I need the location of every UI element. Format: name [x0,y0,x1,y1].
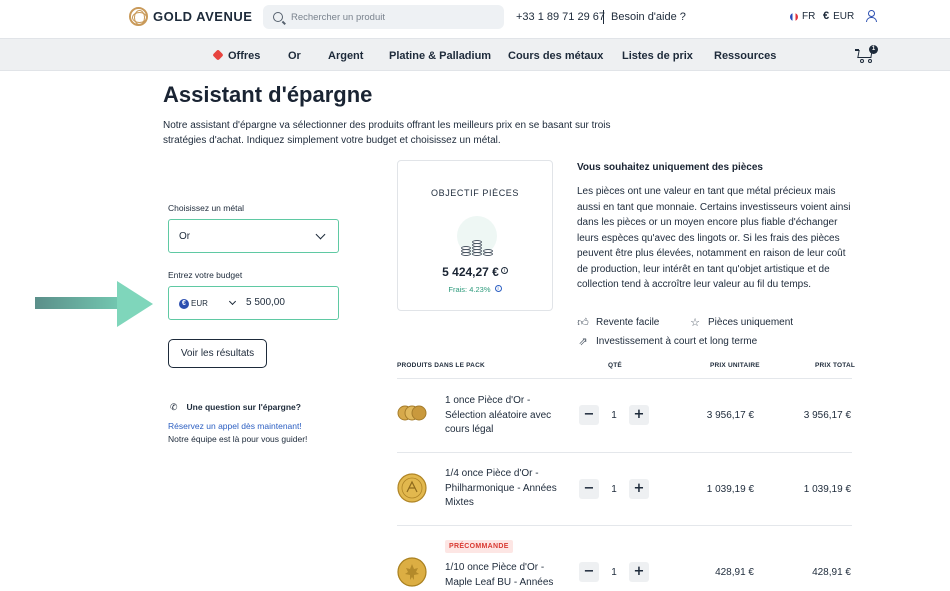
column-header-product: PRODUITS DANS LE PACK [397,362,485,369]
total-price: 1 039,19 € [803,484,851,495]
currency-selector[interactable]: € EUR [823,10,854,22]
objective-amount: 5 424,27 € i [398,265,552,279]
brand-name: GOLD AVENUE [153,9,253,24]
decrease-qty-button[interactable]: − [579,562,599,582]
decrease-qty-button[interactable]: − [579,479,599,499]
coins-icon [453,214,501,258]
search-bar[interactable] [263,5,504,29]
metal-select-value: Or [179,230,191,242]
metal-label: Choisissez un métal [168,203,245,213]
budget-field[interactable]: € EUR 5 500,00 [168,286,339,320]
budget-input[interactable]: 5 500,00 [246,297,285,308]
language-selector[interactable]: FR [790,11,815,22]
objective-fees: Frais: 4.23% i [398,285,552,294]
see-results-button[interactable]: Voir les résultats [168,339,267,368]
divider [397,452,852,453]
info-icon[interactable]: i [500,267,508,274]
main-nav: Offres Or Argent Platine & Palladium Cou… [0,38,950,71]
nav-item-cours[interactable]: Cours des métaux [508,50,603,62]
cart-count-badge: 1 [869,45,878,54]
total-price: 3 956,17 € [803,410,851,421]
chevron-down-icon [315,229,326,240]
feature-investment: ⇗ Investissement à court et long terme [578,336,758,348]
budget-label: Entrez votre budget [168,270,243,280]
divider [397,378,852,379]
currency-label: EUR [833,10,855,22]
euro-icon: € [823,10,830,22]
phone-icon: ✆ [170,402,178,412]
budget-currency-select[interactable]: EUR [191,299,208,308]
unit-price: 3 956,17 € [706,410,754,421]
top-bar: GOLD AVENUE +33 1 89 71 29 67 Besoin d'a… [0,0,950,38]
divider [603,10,604,24]
info-icon[interactable]: i [494,285,502,292]
page-title: Assistant d'épargne [163,82,373,107]
nav-item-platine[interactable]: Platine & Palladium [389,50,491,62]
product-image [397,557,427,587]
thumbs-up-icon: 👍︎ [577,317,589,329]
qty-value: 1 [611,567,617,578]
help-question: ✆ Une question sur l'épargne? [170,402,301,413]
column-header-qty: QTÉ [608,362,622,369]
product-name[interactable]: 1/4 once Pièce d'Or - Philharmonique - A… [445,467,570,511]
metal-select[interactable]: Or [168,219,339,253]
arrow-pointer-icon [35,281,155,327]
help-question-text: Une question sur l'épargne? [186,402,301,412]
intro-text: Notre assistant d'épargne va sélectionne… [163,120,611,146]
chevron-down-icon [228,297,237,306]
total-price: 428,91 € [812,567,851,578]
increase-qty-button[interactable]: + [629,405,649,425]
column-header-unit-price: PRIX UNITAIRE [710,362,760,369]
search-input[interactable] [291,11,491,23]
nav-item-or[interactable]: Or [288,50,301,62]
preorder-badge: PRÉCOMMANDE [445,540,513,553]
help-subtext: Notre équipe est là pour vous guider! [168,434,308,444]
feature-coins-only: ☆ Pièces uniquement [690,317,794,329]
phone-link[interactable]: +33 1 89 71 29 67 [516,11,605,23]
product-name[interactable]: 1/10 once Pièce d'Or - Maple Leaf BU - A… [445,561,570,590]
book-call-link[interactable]: Réservez un appel dès maintenant! [168,421,302,431]
increase-qty-button[interactable]: + [629,479,649,499]
decrease-qty-button[interactable]: − [579,405,599,425]
nav-item-listes[interactable]: Listes de prix [622,50,693,62]
unit-price: 428,91 € [715,567,754,578]
product-image [397,405,427,421]
divider [397,525,852,526]
cart-button[interactable]: 1 [855,45,878,64]
feature-resale: 👍︎ Revente facile [577,317,660,329]
objective-card: OBJECTIF PIÈCES 5 424,27 € i Frais: 4.23%… [397,160,553,311]
product-image [397,473,427,503]
user-account-icon[interactable] [866,10,877,22]
logo-icon [129,7,148,26]
objective-title: OBJECTIF PIÈCES [430,188,519,198]
help-link[interactable]: Besoin d'aide ? [611,11,686,23]
chart-icon: ⇗ [578,336,588,348]
flag-fr-icon [790,12,798,21]
increase-qty-button[interactable]: + [629,562,649,582]
star-icon: ☆ [690,317,700,329]
brand-logo[interactable]: GOLD AVENUE [129,7,252,26]
nav-item-offres[interactable]: Offres [212,49,260,62]
strategy-description: Les pièces ont une valeur en tant que mé… [577,186,851,290]
language-label: FR [802,11,816,22]
nav-item-argent[interactable]: Argent [328,50,363,62]
qty-value: 1 [611,484,617,495]
search-icon [273,12,283,22]
strategy-title: Vous souhaitez uniquement des pièces [577,162,763,173]
unit-price: 1 039,19 € [706,484,754,495]
tag-icon [212,49,224,61]
qty-value: 1 [611,410,617,421]
euro-icon: € [179,299,189,309]
column-header-total-price: PRIX TOTAL [815,362,856,369]
product-name[interactable]: 1 once Pièce d'Or - Sélection aléatoire … [445,394,570,438]
nav-item-ressources[interactable]: Ressources [714,50,776,62]
